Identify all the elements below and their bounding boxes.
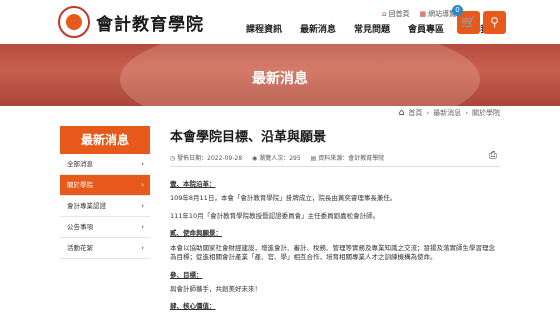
sidebar-title: 最新消息 <box>60 126 150 154</box>
top-links: ⌂ 回首頁 ▦ 網站導覽 <box>382 9 456 19</box>
home-small-icon: ⌂ <box>382 10 387 18</box>
paragraph: 111年10月「會計教育學院教授暨認證委員會」主任委員劉嘉松會計師。 <box>170 211 380 220</box>
sidebar-item-label: 全部消息 <box>67 160 93 168</box>
site-header: 會計教育學院 ⌂ 回首頁 ▦ 網站導覽 課程資訊 最新消息 常見問題 會員專區 聯絡… <box>0 0 560 44</box>
cart-icon: 🛒 <box>461 15 476 29</box>
section-heading: 肆、核心價值： <box>170 302 216 311</box>
breadcrumb-separator: › <box>465 109 468 117</box>
cart-count-badge: 0 <box>452 5 463 16</box>
site-logo-text[interactable]: 會計教育學院 <box>96 10 204 35</box>
breadcrumb-separator: › <box>426 109 430 117</box>
section-heading: 貳、使命與願景： <box>170 229 222 238</box>
sidebar-item-events[interactable]: 活動花絮 › <box>60 238 150 259</box>
logo-emblem-icon[interactable] <box>58 6 90 38</box>
publish-date: ◷ 發佈日期：2022-09-28 <box>170 153 242 162</box>
breadcrumb-home[interactable]: 首頁 <box>408 108 422 118</box>
sidebar-item-label: 關於學院 <box>67 181 93 189</box>
paragraph: 與會計師攜手，共創美好未來！ <box>170 284 261 293</box>
paragraph: 本會以協助國家社會財經建設，增進會計、審計、稅務、管理等實務及專業知識之交流；發… <box>170 243 495 262</box>
chevron-right-icon: › <box>141 223 144 231</box>
view-count-text: 瀏覽人次：295 <box>259 155 301 162</box>
paragraph: 109年8月11日，本會「會計教育學院」掛牌成立，院長由黃奕睿理事長兼任。 <box>170 194 397 203</box>
article-body: 壹、本院沿革： 109年8月11日，本會「會計教育學院」掛牌成立，院長由黃奕睿理… <box>170 180 500 317</box>
sidebar-item-about[interactable]: 關於學院 › <box>60 175 150 196</box>
home-icon: ⌂ <box>398 108 405 118</box>
sidebar-item-announcements[interactable]: 公告事項 › <box>60 217 150 238</box>
source-text: 資料來源：會計教育學院 <box>318 155 385 162</box>
sidebar-item-label: 活動花絮 <box>67 244 93 252</box>
search-icon: ⚲ <box>490 15 499 29</box>
source: ▤ 資料來源：會計教育學院 <box>311 153 385 162</box>
page-banner: 最新消息 <box>0 44 560 106</box>
chevron-right-icon: › <box>141 202 144 210</box>
nav-faq[interactable]: 常見問題 <box>354 22 390 35</box>
divider <box>170 166 500 167</box>
sidebar-item-label: 會計專業認證 <box>67 202 106 210</box>
nav-members[interactable]: 會員專區 <box>408 22 444 35</box>
article: 本會學院目標、沿革與願景 ◷ 發佈日期：2022-09-28 ◉ 瀏覽人次：29… <box>170 126 500 310</box>
print-icon[interactable]: ⎙ <box>489 150 497 161</box>
sidebar-item-all-news[interactable]: 全部消息 › <box>60 154 150 175</box>
chevron-right-icon: › <box>141 160 144 168</box>
chevron-right-icon: › <box>141 244 144 252</box>
section-heading: 參、目標： <box>170 270 203 279</box>
sidebar-item-certification[interactable]: 會計專業認證 › <box>60 196 150 217</box>
search-button[interactable]: ⚲ <box>483 11 506 34</box>
sidebar-item-label: 公告事項 <box>67 223 93 231</box>
article-meta: ◷ 發佈日期：2022-09-28 ◉ 瀏覽人次：295 ▤ 資料來源：會計教育… <box>170 153 384 162</box>
breadcrumb-news[interactable]: 最新消息 <box>433 108 461 118</box>
nav-news[interactable]: 最新消息 <box>300 22 336 35</box>
home-link[interactable]: ⌂ 回首頁 <box>382 9 409 19</box>
nav-courses[interactable]: 課程資訊 <box>246 22 282 35</box>
home-link-label: 回首頁 <box>388 10 410 18</box>
sidebar: 最新消息 全部消息 › 關於學院 › 會計專業認證 › 公告事項 › 活動花絮 › <box>60 126 150 259</box>
publish-date-text: 發佈日期：2022-09-28 <box>177 155 243 162</box>
breadcrumb: ⌂ 首頁 › 最新消息 › 關於學院 <box>399 108 500 118</box>
page-title: 本會學院目標、沿革與願景 <box>170 130 327 145</box>
breadcrumb-current[interactable]: 關於學院 <box>472 108 500 118</box>
banner-title: 最新消息 <box>252 71 308 87</box>
chevron-right-icon: › <box>141 181 144 189</box>
sitemap-link[interactable]: ▦ 網站導覽 <box>419 9 456 19</box>
view-count: ◉ 瀏覽人次：295 <box>252 153 301 162</box>
sitemap-icon: ▦ <box>419 10 427 18</box>
section-heading: 壹、本院沿革： <box>170 180 216 188</box>
